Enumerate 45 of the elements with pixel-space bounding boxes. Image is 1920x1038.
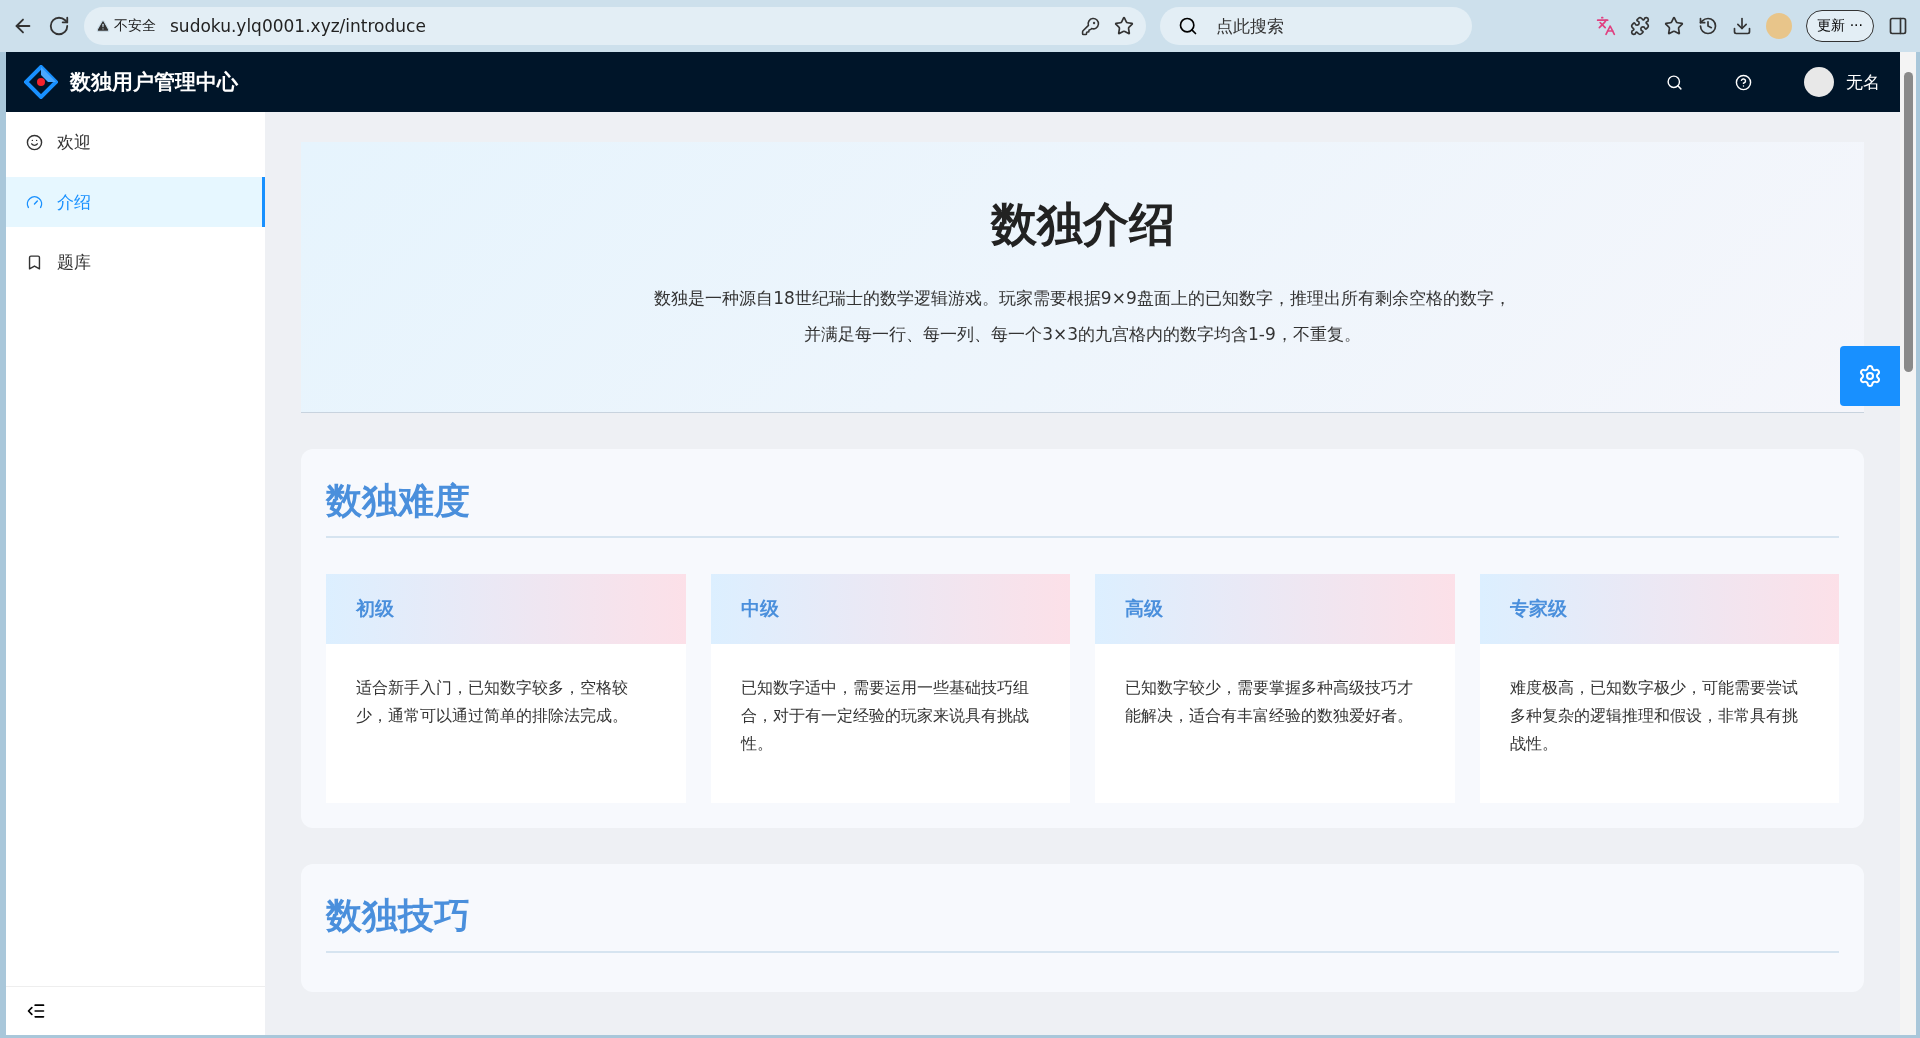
diamond-logo-icon bbox=[24, 65, 58, 99]
level-title: 专家级 bbox=[1479, 574, 1839, 644]
search-placeholder: 点此搜索 bbox=[1216, 14, 1284, 38]
level-description: 已知数字适中，需要运用一些基础技巧组合，对于有一定经验的玩家来说具有挑战性。 bbox=[739, 677, 1030, 755]
search-field[interactable]: 点此搜索 bbox=[1160, 7, 1472, 45]
level-description: 已知数字较少，需要掌握多种高级技巧才能解决，适合有丰富经验的数独爱好者。 bbox=[1124, 677, 1414, 727]
level-title: 初级 bbox=[326, 574, 686, 644]
help-icon[interactable] bbox=[1735, 73, 1752, 91]
app-title: 数独用户管理中心 bbox=[70, 69, 239, 96]
search-icon bbox=[1178, 16, 1198, 36]
page-title: 数独介绍 bbox=[990, 196, 1175, 253]
extensions-icon[interactable] bbox=[1630, 16, 1651, 36]
gear-icon bbox=[1858, 364, 1882, 388]
sidebar-icon[interactable] bbox=[1888, 16, 1908, 36]
gauge-icon bbox=[26, 193, 43, 211]
search-icon[interactable] bbox=[1666, 73, 1683, 91]
user-avatar[interactable] bbox=[1804, 67, 1834, 97]
sidebar-item[interactable]: 欢迎 bbox=[6, 117, 265, 167]
level-description: 难度极高，已知数字极少，可能需要尝试多种复杂的逻辑推理和假设，非常具有挑战性。 bbox=[1508, 677, 1799, 755]
section-title: 数独技巧 bbox=[326, 892, 1839, 953]
user-name[interactable]: 无名 bbox=[1846, 70, 1880, 94]
download-icon[interactable] bbox=[1732, 16, 1753, 36]
intro-text: 数独是一种源自18世纪瑞士的数学逻辑游戏。玩家需要根据9×9盘面上的已知数字，推理出所有剩余空格的数字， bbox=[654, 287, 1511, 310]
reload-icon[interactable] bbox=[48, 15, 70, 37]
smile-icon bbox=[26, 133, 43, 151]
sidebar-item[interactable]: 题库 bbox=[6, 237, 265, 287]
intro-text: 并满足每一行、每一列、每一个3×3的九宫格内的数字均含1-9，不重复。 bbox=[804, 323, 1361, 346]
collapse-menu-icon[interactable] bbox=[26, 1001, 46, 1021]
favorites-icon[interactable] bbox=[1664, 16, 1685, 36]
address-bar[interactable]: 不安全 sudoku.ylq0001.xyz/introduce bbox=[84, 7, 1146, 45]
settings-button[interactable] bbox=[1840, 346, 1900, 406]
warning-icon bbox=[96, 19, 110, 33]
section-title: 数独难度 bbox=[326, 477, 1839, 538]
bookmark-icon bbox=[26, 253, 43, 271]
security-warning[interactable]: 不安全 bbox=[96, 17, 156, 35]
url-text: sudoku.ylq0001.xyz/introduce bbox=[170, 16, 427, 36]
star-icon[interactable] bbox=[1114, 16, 1134, 36]
update-button[interactable]: 更新 ··· bbox=[1806, 10, 1874, 42]
level-description: 适合新手入门，已知数字较多，空格较少，通常可以通过简单的排除法完成。 bbox=[355, 677, 629, 727]
level-title: 高级 bbox=[1095, 574, 1455, 644]
translate-icon[interactable] bbox=[1596, 16, 1617, 36]
level-title: 中级 bbox=[710, 574, 1070, 644]
scrollbar[interactable] bbox=[1900, 52, 1916, 1035]
history-icon[interactable] bbox=[1698, 16, 1719, 36]
key-icon[interactable] bbox=[1081, 16, 1100, 36]
